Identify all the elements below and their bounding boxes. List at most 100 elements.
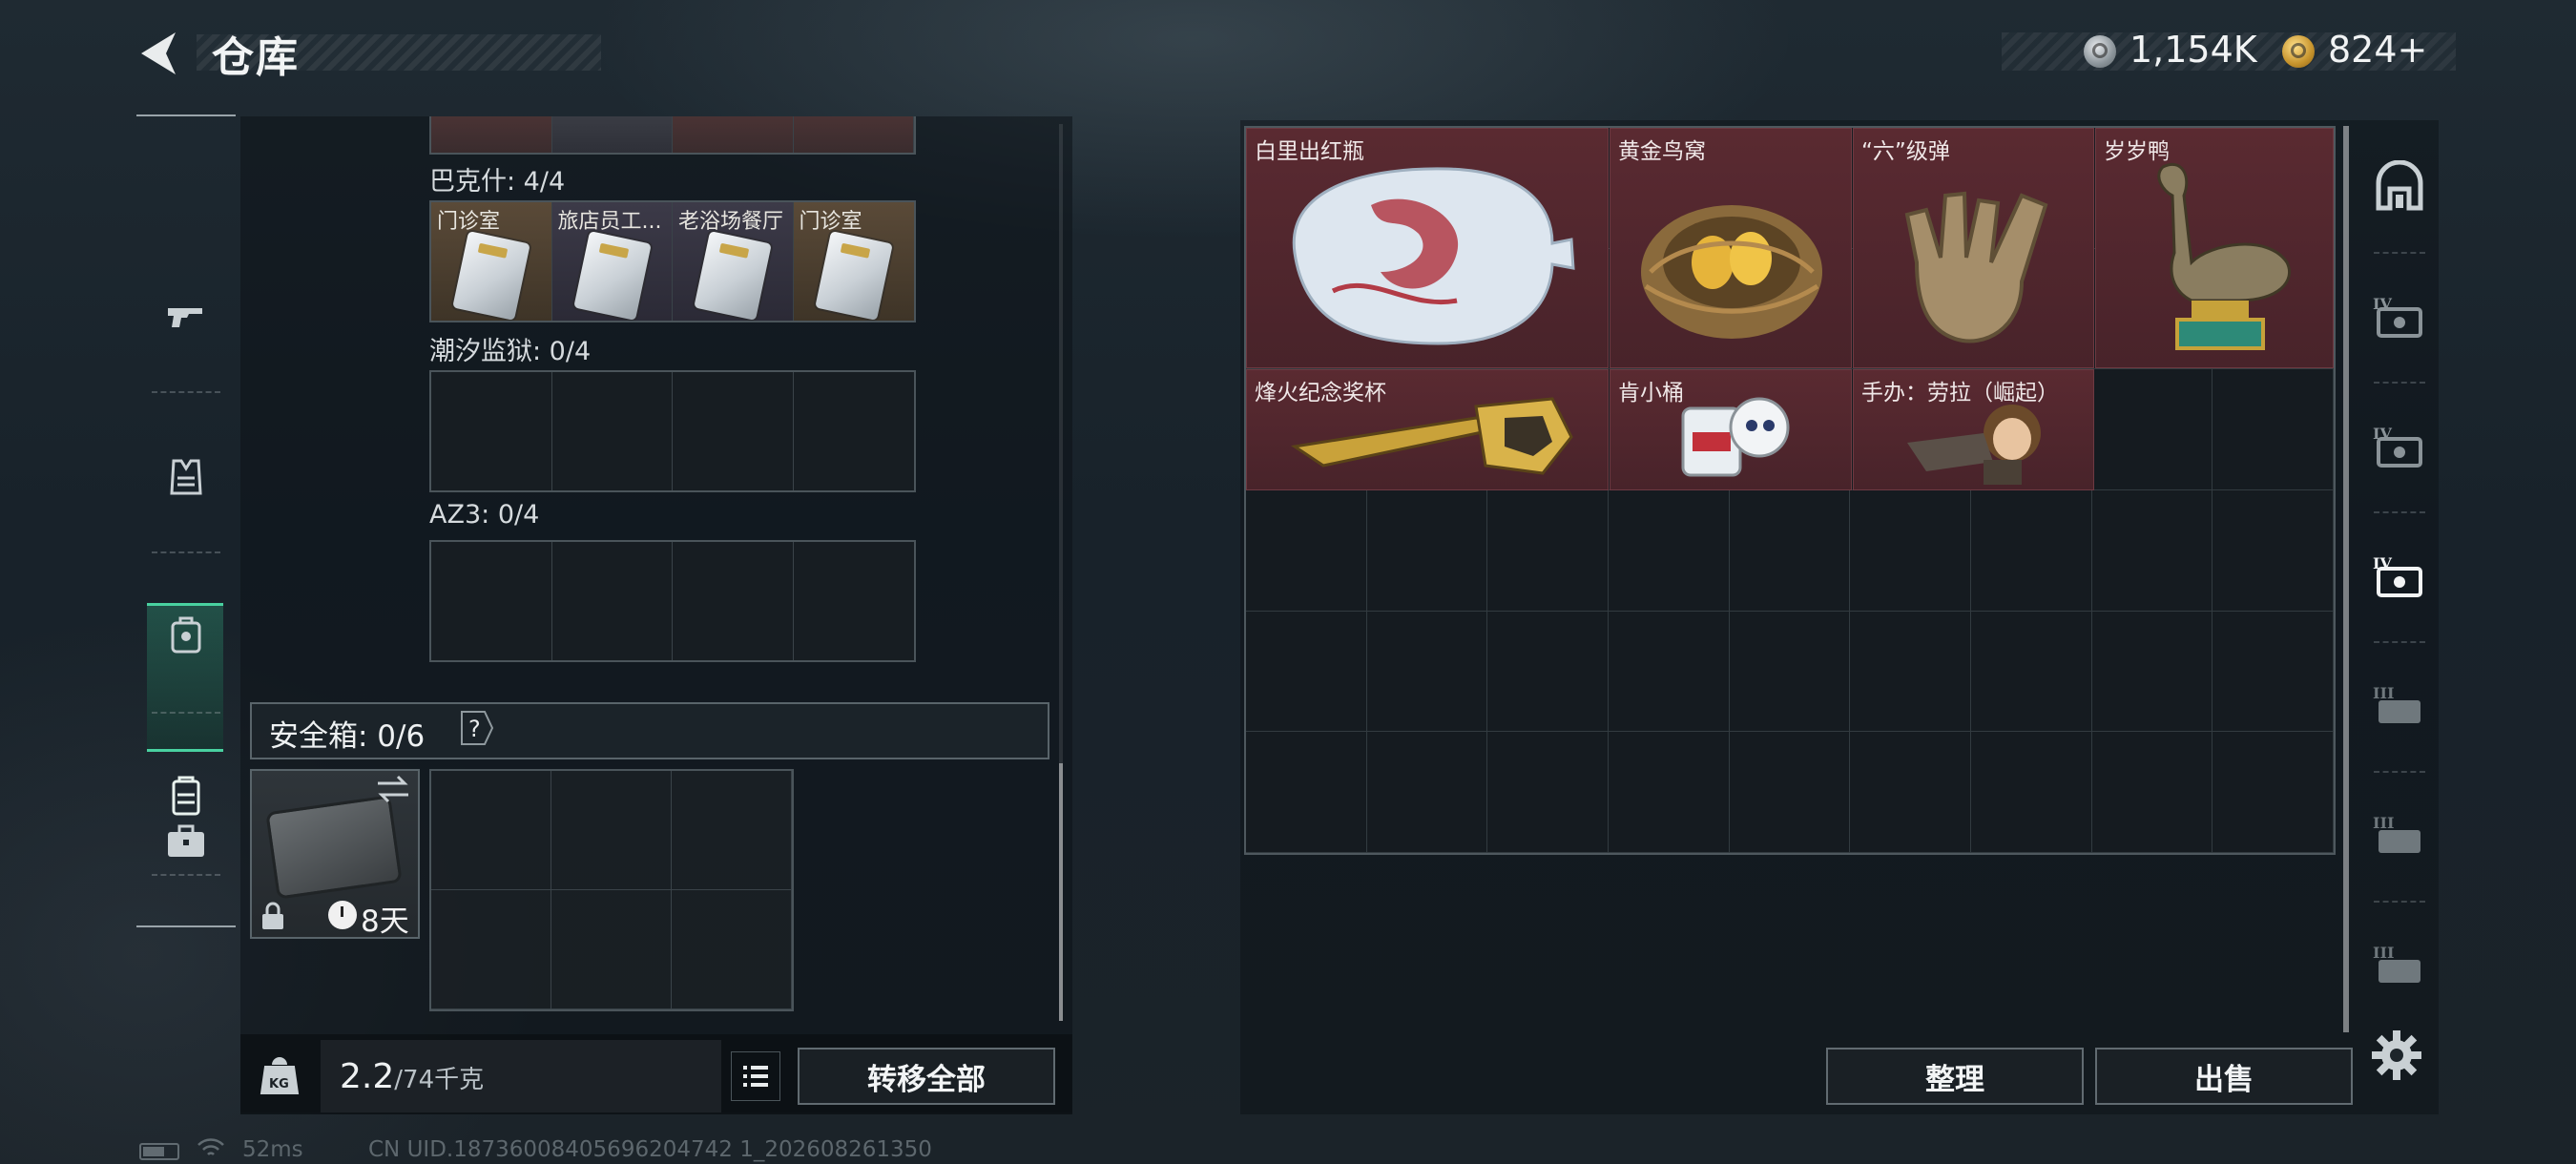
back-arrow-icon[interactable] (134, 27, 183, 80)
stash-item[interactable]: 烽火纪念奖杯 (1246, 369, 1609, 490)
safe-box-days-left: 8天 (361, 904, 409, 939)
stash-item[interactable]: “六”级弹 (1853, 128, 2094, 368)
stash-tab-iii-2[interactable]: III (2360, 773, 2439, 899)
key-slot[interactable]: 老浴场餐厅 (673, 202, 794, 321)
stash-item[interactable]: 肯小桶 (1610, 369, 1852, 490)
tier-iii-case-icon: III (2373, 944, 2420, 983)
gold-coin-icon[interactable] (2282, 35, 2315, 68)
stash-slot[interactable] (1970, 732, 2092, 853)
stash-tab-iii-3[interactable]: III (2360, 903, 2439, 1029)
key-slot[interactable] (552, 542, 673, 660)
stash-slot[interactable] (1850, 732, 1971, 853)
nav-item-armor[interactable] (136, 410, 236, 544)
safe-box-label: 安全箱: 0/6 (269, 719, 426, 754)
sort-button[interactable]: 整理 (1826, 1048, 2084, 1105)
stash-item[interactable]: 黄金鸟窝 (1610, 128, 1852, 368)
stash-tab-iv-1[interactable]: IV (2360, 254, 2439, 380)
stash-tabs: IV IV IV III III III (2360, 120, 2439, 1036)
stash-item[interactable]: 白里出红瓶 (1246, 128, 1609, 368)
gear-icon[interactable] (2368, 1027, 2425, 1084)
stash-slot[interactable] (2212, 369, 2334, 490)
stash-slot[interactable] (2091, 611, 2213, 733)
stash-tab-shelter[interactable] (2360, 124, 2439, 250)
gold-currency-value[interactable]: 824+ (2328, 29, 2427, 71)
stash-slot[interactable] (2212, 732, 2334, 853)
safe-slot[interactable] (551, 890, 672, 1009)
stash-slot[interactable] (2212, 611, 2334, 733)
stash-slot[interactable] (1850, 489, 1971, 612)
stash-item[interactable]: 岁岁鸭 (2095, 128, 2334, 368)
stash-slot[interactable] (1246, 489, 1367, 612)
nav-item-briefcase[interactable] (136, 885, 236, 924)
key-slot[interactable] (673, 542, 794, 660)
stash-slot[interactable] (1487, 489, 1609, 612)
stash-slot[interactable] (1246, 611, 1367, 733)
nav-item-weapons[interactable] (136, 250, 236, 384)
key-slot[interactable] (673, 372, 794, 490)
safe-slot[interactable] (672, 771, 792, 890)
key-grid-tidal-prison (429, 370, 916, 492)
svg-text:KG: KG (269, 1077, 289, 1091)
stash-slot[interactable] (2091, 489, 2213, 612)
transfer-all-button[interactable]: 转移全部 (798, 1048, 1055, 1105)
stash-scrollbar[interactable] (2343, 126, 2349, 1032)
question-icon[interactable]: ? (456, 708, 494, 748)
lara-figure-icon (1907, 405, 2041, 485)
key-slot[interactable]: 旅店员工... (551, 202, 673, 321)
key-slot[interactable] (551, 116, 673, 153)
stash-slot[interactable] (2212, 489, 2334, 612)
key-slot[interactable]: 门诊室 (431, 202, 552, 321)
stash-slot[interactable] (1608, 489, 1730, 612)
safe-slot[interactable] (551, 771, 672, 890)
key-grid-bakesh: 门诊室 旅店员工... 老浴场餐厅 门诊室 (429, 200, 916, 322)
key-slot[interactable] (793, 116, 914, 153)
key-slot[interactable] (794, 542, 915, 660)
stash-slot[interactable] (1366, 611, 1488, 733)
key-slot[interactable] (431, 116, 552, 153)
stash-slot[interactable] (1246, 732, 1367, 853)
stash-tab-iii-1[interactable]: III (2360, 643, 2439, 769)
stash-slot[interactable] (1366, 732, 1488, 853)
sell-button[interactable]: 出售 (2095, 1048, 2353, 1105)
stash-slot[interactable] (1729, 732, 1851, 853)
stash-slot[interactable] (1487, 611, 1609, 733)
stash-slot[interactable] (1850, 611, 1971, 733)
helmet-bag-icon (171, 616, 201, 654)
stash-slot[interactable] (1970, 611, 2092, 733)
stash-tab-iv-3-active[interactable]: IV (2360, 513, 2439, 639)
key-slot[interactable] (431, 372, 552, 490)
key-slot[interactable]: 门诊室 (793, 202, 914, 321)
key-slot[interactable] (673, 116, 794, 153)
uid-text: CN UID.18736008405696204742 1_2026082613… (368, 1137, 932, 1162)
nav-item-gear[interactable] (136, 569, 236, 702)
stash-slot[interactable] (1608, 732, 1730, 853)
key-slot[interactable] (431, 542, 552, 660)
stash-slot[interactable] (1970, 489, 2092, 612)
safe-slot[interactable] (672, 890, 792, 1009)
stash-slot[interactable] (1487, 732, 1609, 853)
key-slot[interactable] (552, 372, 673, 490)
item-name: 黄金鸟窝 (1618, 139, 1706, 164)
ping-text: 52ms (242, 1137, 303, 1162)
nav-bracket-top (136, 114, 236, 116)
stash-item[interactable]: 手办：劳拉（崛起） (1853, 369, 2094, 490)
weight-value: 2.2/74千克 (340, 1057, 484, 1096)
scrollbar-thumb[interactable] (1059, 763, 1063, 1021)
swap-icon[interactable] (374, 773, 412, 805)
stash-slot[interactable] (1729, 489, 1851, 612)
tier-iii-case-icon: III (2373, 814, 2420, 853)
stash-tab-iv-2[interactable]: IV (2360, 384, 2439, 509)
safe-slot[interactable] (431, 771, 551, 890)
list-view-button[interactable] (731, 1051, 780, 1101)
briefcase-icon[interactable] (164, 819, 208, 863)
stash-slot[interactable] (2091, 732, 2213, 853)
key-name: 门诊室 (799, 210, 862, 234)
stash-slot[interactable] (1366, 489, 1488, 612)
list-icon (743, 1066, 768, 1087)
safe-slot[interactable] (431, 890, 551, 1009)
stash-slot[interactable] (2091, 369, 2213, 490)
stash-slot[interactable] (1608, 611, 1730, 733)
key-slot[interactable] (794, 372, 915, 490)
svg-text:?: ? (468, 716, 481, 742)
stash-slot[interactable] (1729, 611, 1851, 733)
